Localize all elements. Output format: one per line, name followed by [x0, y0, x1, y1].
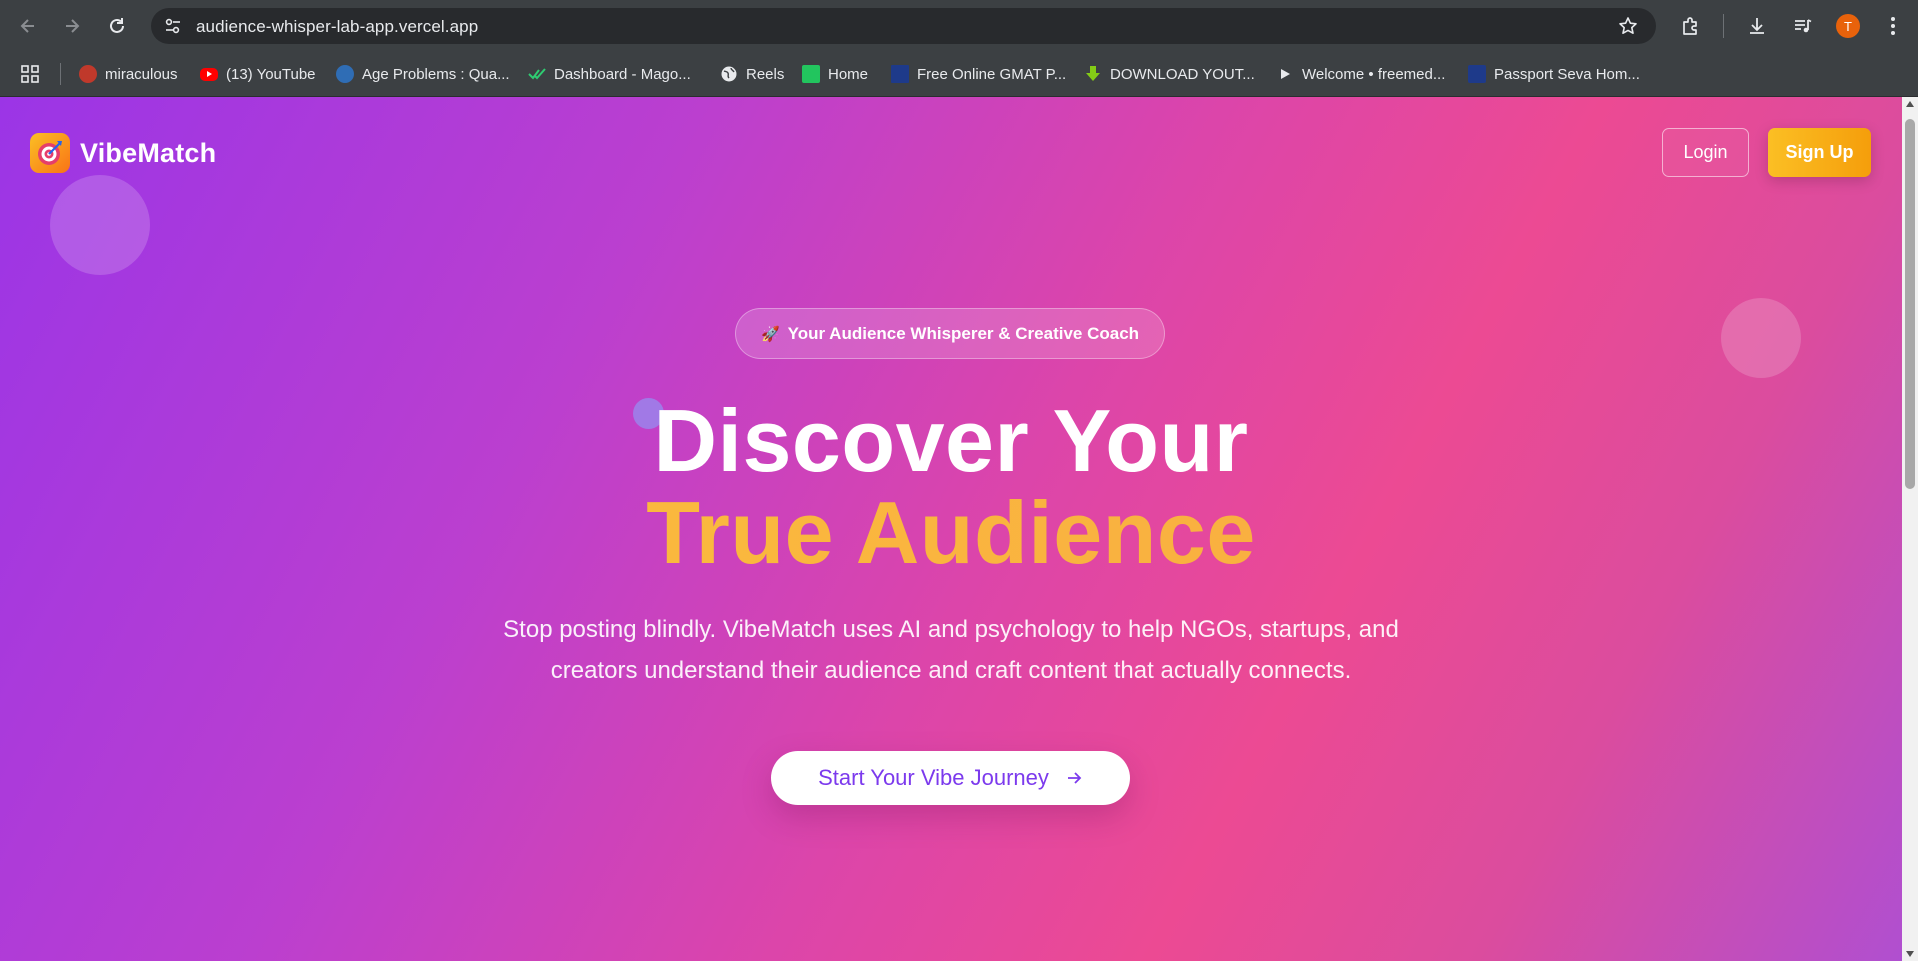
scrollbar-thumb[interactable] [1905, 119, 1915, 489]
headline-line-1: Discover Your [653, 391, 1249, 490]
bookmark-reels[interactable]: Reels [720, 62, 784, 86]
rocket-icon: 🚀 [760, 325, 780, 343]
bookmark-label: Welcome • freemed... [1302, 65, 1446, 83]
bookmark-miraculous[interactable]: miraculous [79, 62, 178, 86]
bookmark-dashboard[interactable]: Dashboard - Mago... [528, 62, 691, 86]
target-icon [30, 133, 70, 173]
bookmark-label: Dashboard - Mago... [554, 65, 691, 83]
reload-button[interactable] [103, 12, 131, 40]
bookmark-download-youtube[interactable]: DOWNLOAD YOUT... [1084, 62, 1255, 86]
scroll-down-arrow-icon[interactable] [1906, 951, 1914, 957]
bookmark-label: miraculous [105, 65, 178, 83]
bookmark-youtube[interactable]: (13) YouTube [200, 62, 316, 86]
headline-line-2: True Audience [0, 487, 1902, 579]
bookmark-label: Age Problems : Qua... [362, 65, 510, 83]
profile-avatar[interactable]: T [1836, 14, 1860, 38]
subtitle-line-2: creators understand their audience and c… [550, 657, 1352, 684]
site-settings-icon[interactable] [161, 15, 185, 37]
page-scrollbar[interactable] [1902, 97, 1918, 961]
bookmark-age-problems[interactable]: Age Problems : Qua... [336, 62, 510, 86]
cta-label: Start Your Vibe Journey [818, 765, 1049, 790]
hero-headline: Discover Your True Audience [0, 395, 1902, 579]
downloads-icon[interactable] [1744, 13, 1770, 39]
check-icon [528, 65, 546, 83]
bookmarks-bar: miraculous (13) YouTube Age Problems : Q… [0, 52, 1918, 97]
start-journey-button[interactable]: Start Your Vibe Journey [771, 751, 1130, 805]
download-arrow-icon [1084, 65, 1102, 83]
bookmark-home[interactable]: Home [802, 62, 868, 86]
login-button[interactable]: Login [1662, 128, 1749, 177]
page-viewport: VibeMatch Login Sign Up 🚀 Your Audience … [0, 97, 1902, 961]
back-arrow-icon [20, 19, 34, 33]
emblem-icon [1468, 65, 1486, 83]
subtitle-line-1: Stop posting blindly. VibeMatch uses AI … [503, 616, 1399, 643]
media-controls-icon[interactable] [1790, 13, 1816, 39]
signup-button[interactable]: Sign Up [1768, 128, 1871, 177]
browser-toolbar: audience-whisper-lab-app.vercel.app T [0, 0, 1918, 52]
hero-subtitle: Stop posting blindly. VibeMatch uses AI … [451, 609, 1451, 691]
url-text[interactable]: audience-whisper-lab-app.vercel.app [196, 17, 478, 37]
bookmark-gmat[interactable]: Free Online GMAT P... [891, 62, 1066, 86]
youtube-icon [200, 67, 218, 81]
back-button[interactable] [14, 12, 42, 40]
bookmarks-divider [60, 63, 61, 85]
more-menu-icon[interactable] [1880, 13, 1906, 39]
bookmark-label: Free Online GMAT P... [917, 65, 1067, 83]
bookmark-star-icon[interactable] [1618, 16, 1638, 41]
bookmark-label: Reels [746, 65, 785, 83]
square-icon [802, 65, 820, 83]
bookmark-label: Home [828, 65, 869, 83]
forward-button[interactable] [58, 12, 86, 40]
site-icon [336, 65, 354, 83]
globe-icon [720, 65, 738, 83]
scroll-up-arrow-icon[interactable] [1906, 101, 1914, 107]
bookmark-passport-seva[interactable]: Passport Seva Hom... [1468, 62, 1640, 86]
extensions-icon[interactable] [1678, 13, 1704, 39]
apps-grid-icon[interactable] [21, 62, 39, 86]
tagline-text: Your Audience Whisperer & Creative Coach [787, 323, 1140, 343]
forward-arrow-icon [66, 19, 80, 33]
decorative-circle [50, 175, 150, 275]
bookmark-label: Passport Seva Hom... [1494, 65, 1640, 83]
site-icon [891, 65, 909, 83]
arrow-right-icon [1067, 772, 1082, 784]
brand-logo[interactable]: VibeMatch [30, 133, 216, 173]
tagline-badge: 🚀 Your Audience Whisperer & Creative Coa… [735, 308, 1165, 359]
bookmark-label: (13) YouTube [226, 65, 316, 83]
play-icon [1276, 65, 1294, 83]
ladybug-icon [79, 65, 97, 83]
bookmark-label: DOWNLOAD YOUT... [1110, 65, 1255, 83]
address-bar[interactable]: audience-whisper-lab-app.vercel.app [151, 8, 1656, 44]
toolbar-divider [1723, 14, 1724, 38]
decorative-circle [1721, 298, 1801, 378]
reload-icon [110, 18, 124, 33]
brand-name: VibeMatch [80, 137, 217, 168]
bookmark-freemed[interactable]: Welcome • freemed... [1276, 62, 1445, 86]
